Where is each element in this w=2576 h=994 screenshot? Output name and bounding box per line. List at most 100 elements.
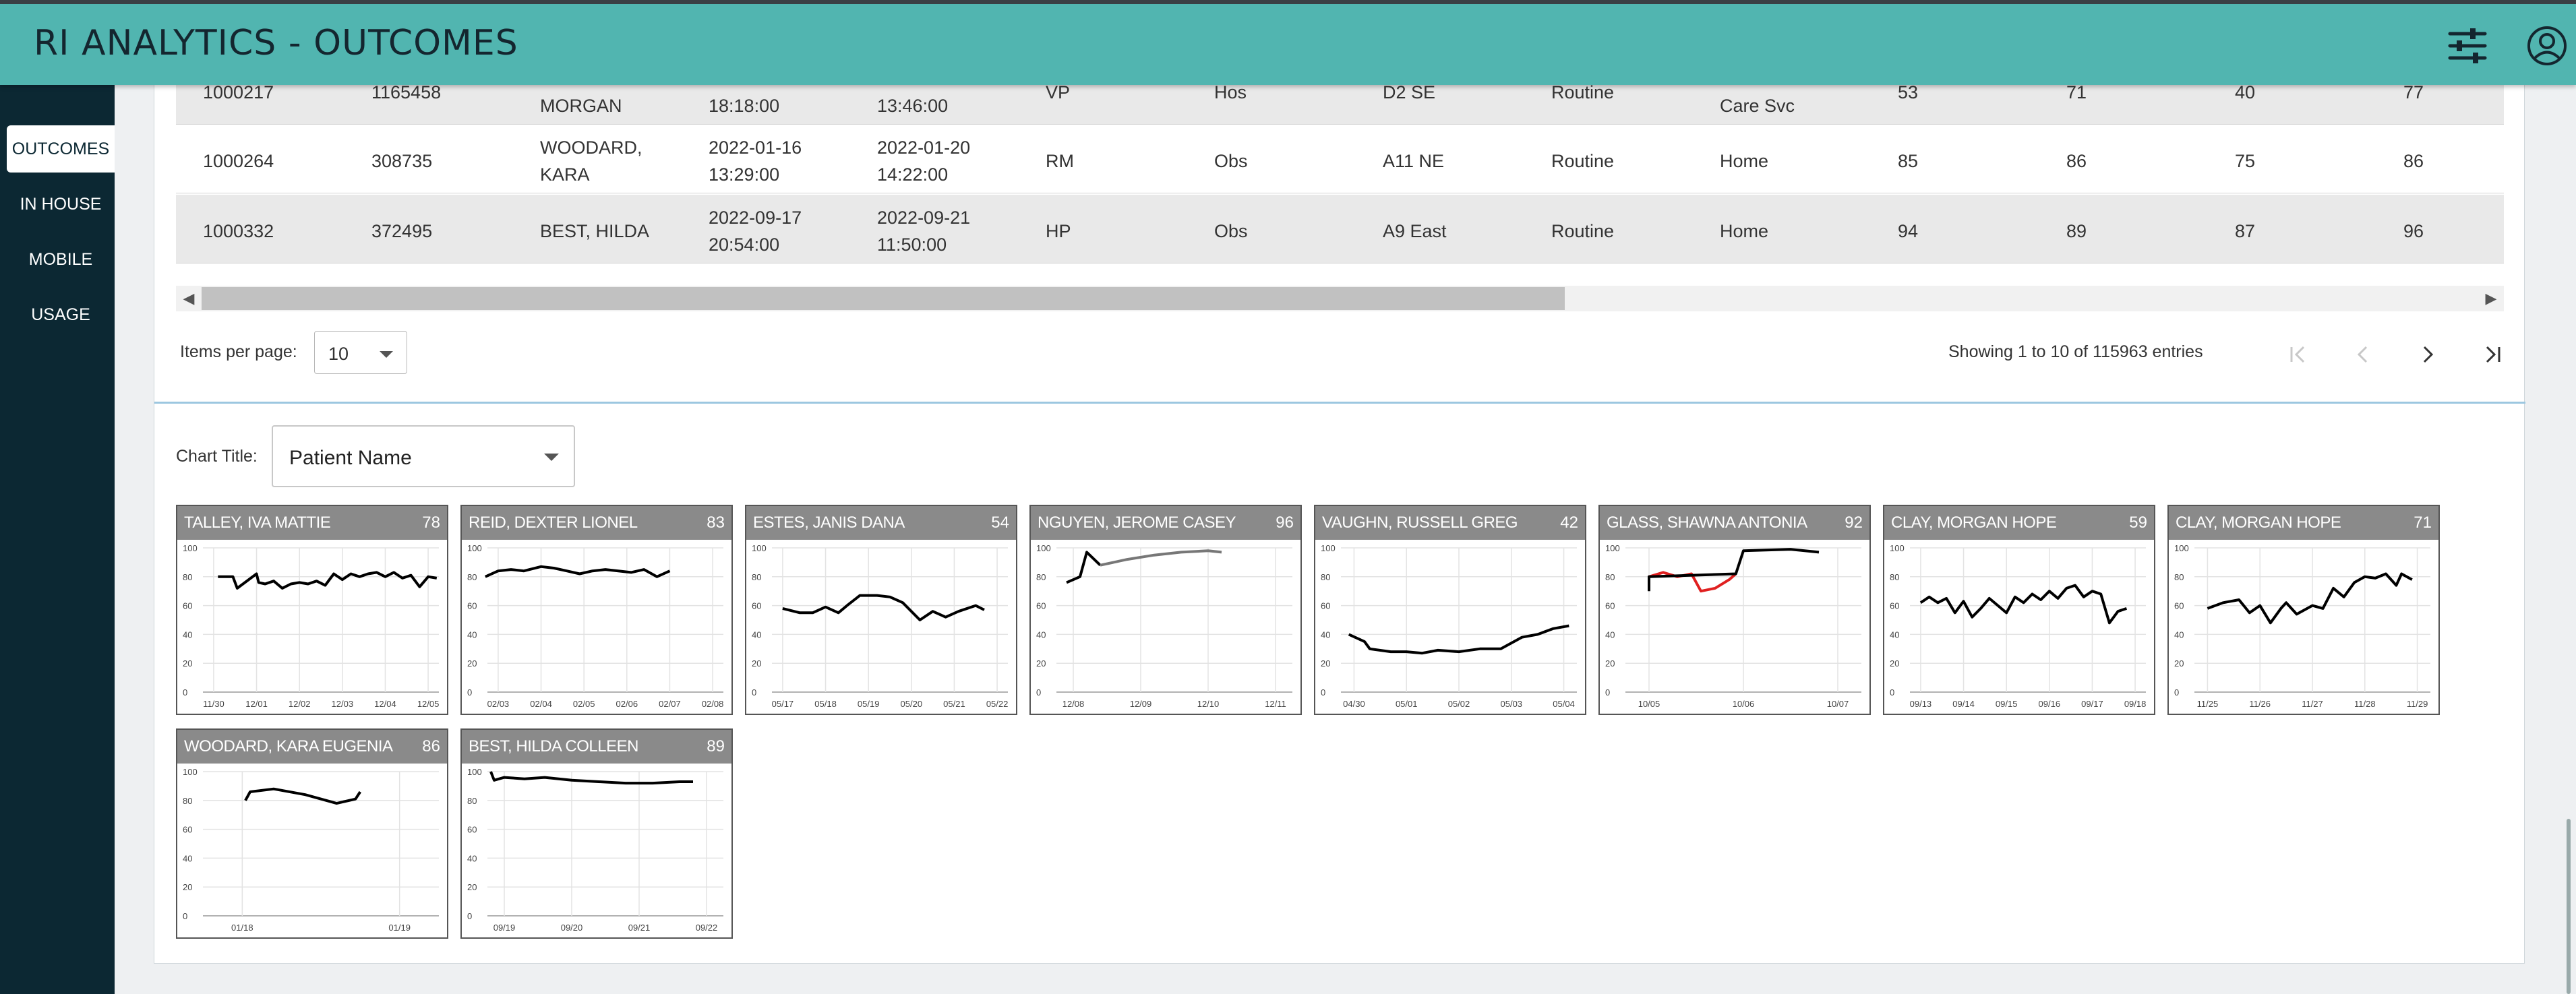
chart-patient-name: NGUYEN, JEROME CASEY <box>1038 514 1236 532</box>
x-tick-label: 09/13 <box>1910 699 1932 709</box>
chart-score: 42 <box>1560 514 1578 532</box>
x-tick-label: 11/28 <box>2354 699 2376 709</box>
table-cell: 96 <box>2403 221 2424 241</box>
x-tick-label: 11/30 <box>203 699 224 709</box>
sidebar-item-outcomes[interactable]: OUTCOMES <box>7 125 115 173</box>
y-tick-label: 40 <box>467 853 477 863</box>
chart-score: 78 <box>422 514 440 532</box>
chevron-left-icon[interactable] <box>2343 334 2383 375</box>
table-cell: Obs <box>1214 151 1248 171</box>
horizontal-scrollbar[interactable]: ◀ ▶ <box>176 286 2504 311</box>
series-line <box>1648 548 1820 592</box>
table-cell: 2022-09-21 <box>877 208 971 228</box>
sidebar-item-mobile[interactable]: MOBILE <box>7 236 115 283</box>
sliders-icon[interactable] <box>2446 24 2489 67</box>
table-cell: Obs <box>1214 221 1248 241</box>
series-line <box>2207 572 2413 625</box>
patient-chart-card[interactable]: WOODARD, KARA EUGENIA 86 100 80 60 40 20 0 01/… <box>176 728 448 939</box>
page-scrollbar-thumb[interactable] <box>2567 819 2571 994</box>
y-tick-label: 100 <box>183 767 198 777</box>
y-tick-label: 40 <box>1036 629 1046 640</box>
patient-chart-card[interactable]: VAUGHN, RUSSELL GREG 42 100 80 60 40 20 0 04/3… <box>1314 505 1586 715</box>
table-cell: 308735 <box>371 151 433 171</box>
x-tick-label: 09/22 <box>696 923 718 933</box>
chart-title-label: Chart Title: <box>176 447 258 466</box>
x-tick-label: 09/17 <box>2081 699 2103 709</box>
series-line <box>484 565 671 578</box>
y-tick-label: 20 <box>183 658 192 669</box>
scroll-right-icon[interactable]: ▶ <box>2478 286 2504 311</box>
table-cell: 87 <box>2235 221 2256 241</box>
y-tick-label: 60 <box>1321 601 1330 611</box>
chart-score: 89 <box>707 737 725 755</box>
patient-chart-card[interactable]: CLAY, MORGAN HOPE 59 100 80 60 40 20 0 09/13 09… <box>1883 505 2155 715</box>
chart-header: ESTES, JANIS DANA 54 <box>746 506 1016 540</box>
patient-chart-card[interactable]: BEST, HILDA COLLEEN 89 100 80 60 40 20 0 09/19… <box>460 728 733 939</box>
y-tick-label: 80 <box>183 572 192 582</box>
app-title: RI ANALYTICS - OUTCOMES <box>34 23 518 63</box>
patient-chart-card[interactable]: REID, DEXTER LIONEL 83 100 80 60 40 20 0 02/03… <box>460 505 733 715</box>
x-tick-label: 05/17 <box>772 699 794 709</box>
user-circle-icon[interactable] <box>2525 24 2569 67</box>
items-per-page-select[interactable]: 10 <box>314 331 407 374</box>
y-tick-label: 60 <box>752 601 761 611</box>
items-per-page-value: 10 <box>328 344 349 364</box>
patient-chart-card[interactable]: ESTES, JANIS DANA 54 100 80 60 40 20 0 05/17 05… <box>745 505 1017 715</box>
y-tick-label: 60 <box>183 601 192 611</box>
table-cell: RM <box>1046 151 1074 171</box>
x-tick-label: 10/06 <box>1733 699 1755 709</box>
y-tick-label: 40 <box>1890 629 1899 640</box>
items-per-page-label: Items per page: <box>180 342 297 361</box>
y-tick-label: 0 <box>467 687 472 697</box>
table-cell: HP <box>1046 221 1071 241</box>
x-tick-label: 05/22 <box>986 699 1009 709</box>
x-tick-label: 12/04 <box>374 699 396 709</box>
mini-line-chart: 100 80 60 40 20 0 04/30 05/01 05/02 05/03 05/04 <box>1321 543 1577 709</box>
chart-title-value: Patient Name <box>289 447 412 469</box>
x-tick-label: 09/14 <box>1952 699 1975 709</box>
table-cell: KARA <box>540 164 590 185</box>
patient-chart-card[interactable]: GLASS, SHAWNA ANTONIA 92 100 80 60 40 20 0 10/… <box>1598 505 1871 715</box>
y-tick-label: 60 <box>1036 601 1046 611</box>
y-tick-label: 20 <box>1890 658 1899 669</box>
table-cell: 86 <box>2403 151 2424 171</box>
patient-chart-card[interactable]: TALLEY, IVA MATTIE 78 100 80 60 40 20 0 11/30 1… <box>176 505 448 715</box>
y-tick-label: 0 <box>1036 687 1041 697</box>
y-tick-label: 60 <box>1890 601 1899 611</box>
table-cell: 1000332 <box>203 221 274 241</box>
mini-line-chart: 100 80 60 40 20 0 09/19 09/20 09/21 09/22 <box>467 767 723 933</box>
scroll-left-icon[interactable]: ◀ <box>176 286 202 311</box>
y-tick-label: 20 <box>467 658 477 669</box>
mini-line-chart: 100 80 60 40 20 0 02/03 02/04 02/05 02/06 02/07 02/… <box>467 543 723 709</box>
series-line <box>218 571 438 590</box>
y-tick-label: 80 <box>183 796 192 806</box>
table-cell: Home <box>1720 151 1769 171</box>
x-tick-label: 12/09 <box>1130 699 1152 709</box>
patient-chart-card[interactable]: CLAY, MORGAN HOPE 71 100 80 60 40 20 0 11/25 11… <box>2167 505 2440 715</box>
y-tick-label: 80 <box>1321 572 1330 582</box>
table-row[interactable]: 1000332 372495 BEST, HILDA 2022-09-17 20… <box>176 195 2504 263</box>
y-tick-label: 60 <box>467 601 477 611</box>
y-tick-label: 80 <box>467 796 477 806</box>
table-cell: 20:54:00 <box>709 235 780 255</box>
x-tick-label: 12/05 <box>417 699 440 709</box>
x-tick-label: 12/01 <box>245 699 268 709</box>
chevron-right-icon[interactable] <box>2407 334 2448 375</box>
y-tick-label: 0 <box>183 911 187 921</box>
table-cell: 85 <box>1898 151 1919 171</box>
mini-line-chart: 100 80 60 40 20 0 11/30 12/01 12/02 12/03 12/04 12/… <box>183 543 440 709</box>
sidebar-item-usage[interactable]: USAGE <box>7 291 115 338</box>
series-line <box>1066 551 1102 584</box>
table-cell: 86 <box>2066 151 2087 171</box>
y-tick-label: 100 <box>467 767 482 777</box>
table-cell: 13:29:00 <box>709 164 780 185</box>
x-tick-label: 09/18 <box>2124 699 2147 709</box>
content-card: 1000217 1165458 MORGAN 18:18:00 13:46:00… <box>154 74 2525 964</box>
chart-title-select[interactable]: Patient Name <box>272 425 575 487</box>
first-page-icon[interactable] <box>2278 334 2318 375</box>
patient-chart-card[interactable]: NGUYEN, JEROME CASEY 96 100 80 60 40 20 0 12/0… <box>1029 505 1302 715</box>
scrollbar-thumb[interactable] <box>202 287 1565 310</box>
table-row[interactable]: 1000264 308735 WOODARD, KARA 2022-01-16 … <box>176 125 2504 193</box>
last-page-icon[interactable] <box>2472 334 2513 375</box>
sidebar-item-in-house[interactable]: IN HOUSE <box>7 181 115 228</box>
